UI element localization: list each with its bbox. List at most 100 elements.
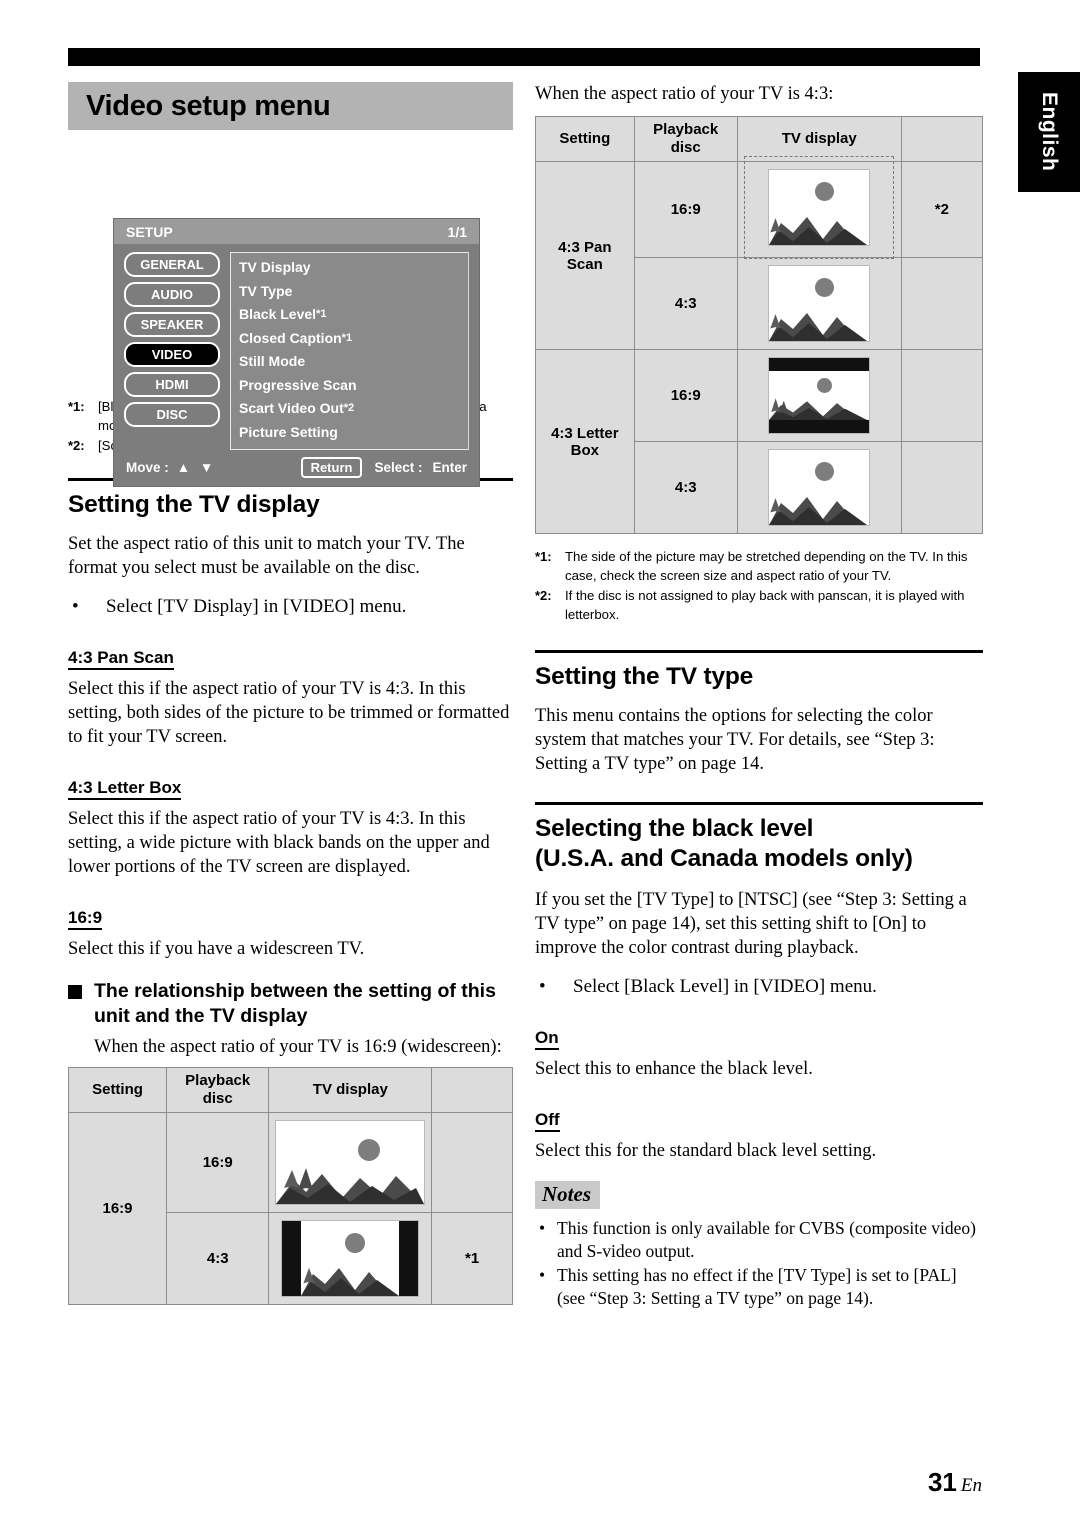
osd-category-speaker[interactable]: SPEAKER	[124, 312, 220, 337]
black-bar-right	[399, 1220, 419, 1296]
subheading-wrap: 4:3 Pan Scan	[68, 633, 513, 673]
osd-option-label: Still Mode	[239, 353, 306, 369]
header-playback-disc: Playback disc	[166, 1066, 270, 1113]
black-bar-top	[769, 358, 870, 371]
osd-option-closed-caption[interactable]: Closed Caption*1	[239, 328, 468, 352]
osd-category-general[interactable]: GENERAL	[124, 252, 220, 277]
scene	[769, 371, 869, 420]
cell-disc-169-letterbox: 16:9	[633, 349, 738, 442]
cell-disc-43-panscan: 4:3	[633, 257, 738, 350]
sun-icon	[345, 1232, 366, 1253]
subheading-43-letter-box: 4:3 Letter Box	[68, 777, 182, 800]
osd-category-disc[interactable]: DISC	[124, 402, 220, 427]
setting-line1: 4:3 Letter	[551, 424, 619, 442]
header-tv-display: TV display	[736, 116, 902, 162]
caption-43-table: When the aspect ratio of your TV is 4:3:	[535, 84, 834, 104]
osd-title: SETUP	[126, 223, 173, 240]
trees-icon	[770, 498, 781, 518]
osd-page-indicator: 1/1	[447, 223, 467, 240]
osd-select-label: Select :	[374, 460, 423, 475]
footnote-row: *1: The side of the picture may be stret…	[535, 548, 983, 585]
header-playback-disc: Playback disc	[633, 116, 738, 162]
trees-icon	[284, 1167, 314, 1198]
osd-header: SETUP 1/1	[114, 219, 479, 244]
cell-setting-letter-box: 4:3 Letter Box	[535, 349, 635, 534]
black-level-bullet-list: Select [Black Level] in [VIDEO] menu.	[535, 974, 983, 999]
osd-option-progressive-scan[interactable]: Progressive Scan	[239, 375, 468, 399]
black-level-intro: If you set the [TV Type] to [NTSC] (see …	[535, 890, 967, 958]
section-rule	[535, 650, 983, 653]
cell-disc-169-panscan: 16:9	[633, 161, 738, 258]
header-note	[431, 1066, 513, 1113]
table-row: 4:3 Pan Scan 16:9 *2	[535, 156, 984, 350]
header-playback-line2: disc	[670, 139, 701, 156]
header-playback-line1: Playback	[653, 121, 719, 138]
subheading-wrap: Off	[535, 1095, 983, 1135]
header-note	[900, 116, 984, 162]
osd-screenshot-area: SETUP 1/1 GENERAL AUDIO SPEAKER VIDEO HD…	[68, 130, 513, 487]
cell-note-letterbox	[900, 349, 984, 442]
osd-enter-label: Enter	[432, 460, 467, 475]
table-row: 4:3 Letter Box 16:9	[535, 349, 984, 534]
subheading-off: Off	[535, 1109, 560, 1132]
table-169-tv: Setting Playback disc TV display 16:9 16…	[67, 1066, 513, 1305]
osd-category-audio[interactable]: AUDIO	[124, 282, 220, 307]
heading-black-level-line2: (U.S.A. and Canada models only)	[535, 845, 913, 872]
cell-display-full-43	[736, 257, 902, 350]
text-on: Select this to enhance the black level.	[535, 1059, 813, 1079]
tv-illustration-full-43-b	[768, 449, 871, 526]
osd-option-still-mode[interactable]: Still Mode	[239, 351, 468, 375]
caption-169-table: When the aspect ratio of your TV is 16:9…	[94, 1036, 502, 1057]
cell-note-full-43-b	[900, 441, 984, 534]
osd-setup-screen: SETUP 1/1 GENERAL AUDIO SPEAKER VIDEO HD…	[113, 218, 480, 487]
scene	[769, 450, 869, 525]
osd-option-label: TV Display	[239, 259, 311, 275]
osd-category-list: GENERAL AUDIO SPEAKER VIDEO HDMI DISC	[124, 252, 220, 450]
header-setting: Setting	[535, 116, 635, 162]
sun-icon	[815, 278, 835, 297]
sun-icon	[815, 462, 835, 481]
osd-option-label: Picture Setting	[239, 423, 338, 440]
black-bar-left	[282, 1220, 302, 1296]
osd-option-picture-setting[interactable]: Picture Setting	[239, 422, 468, 446]
mountain-icon	[769, 497, 868, 525]
table-row: 16:9 16:9	[67, 1111, 513, 1305]
osd-return-button[interactable]: Return	[300, 457, 363, 478]
cell-note-panscan: *2	[900, 161, 984, 258]
osd-category-video[interactable]: VIDEO	[124, 342, 220, 367]
section-rule	[535, 802, 983, 805]
cell-display-letterbox	[736, 349, 902, 442]
osd-option-mark: *1	[341, 331, 353, 344]
trees-icon	[770, 218, 781, 238]
osd-category-hdmi[interactable]: HDMI	[124, 372, 220, 397]
cell-setting-169: 16:9	[67, 1111, 168, 1305]
notes-list: This function is only available for CVBS…	[535, 1217, 983, 1310]
header-setting: Setting	[67, 1066, 168, 1113]
language-thumb-tab: English	[1018, 72, 1080, 192]
cell-disc-43: 4:3	[166, 1211, 270, 1305]
footnote-row: *2: If the disc is not assigned to play …	[535, 587, 983, 624]
osd-option-tv-type[interactable]: TV Type	[239, 281, 468, 305]
language-tab-label: English	[1038, 92, 1061, 172]
scene	[276, 1121, 425, 1204]
osd-option-label: Progressive Scan	[239, 376, 357, 393]
heading-black-level-line1: Selecting the black level	[535, 815, 814, 842]
osd-option-label: TV Type	[239, 282, 293, 299]
osd-option-tv-display[interactable]: TV Display	[239, 257, 468, 281]
updown-arrows-icon: ▲ ▼	[176, 460, 217, 475]
tv-display-bullet: Select [TV Display] in [VIDEO] menu.	[68, 594, 513, 619]
left-column: Video setup menu SETUP 1/1 GENERAL AUDIO…	[67, 82, 513, 1305]
osd-option-scart-video-out[interactable]: Scart Video Out*2	[239, 398, 468, 422]
scene	[769, 170, 869, 245]
osd-option-label: Black Level	[239, 306, 317, 322]
scene	[769, 266, 869, 341]
page-title: Video setup menu	[68, 82, 513, 130]
mountain-icon	[769, 217, 868, 245]
trees-icon	[771, 398, 789, 417]
trees-icon	[770, 314, 781, 334]
cell-display-panscan	[736, 156, 902, 259]
notes-block: Notes This function is only available fo…	[535, 1181, 983, 1310]
osd-option-black-level[interactable]: Black Level*1	[239, 304, 468, 328]
black-level-bullet: Select [Black Level] in [VIDEO] menu.	[535, 974, 983, 999]
cell-note-169	[431, 1111, 513, 1213]
